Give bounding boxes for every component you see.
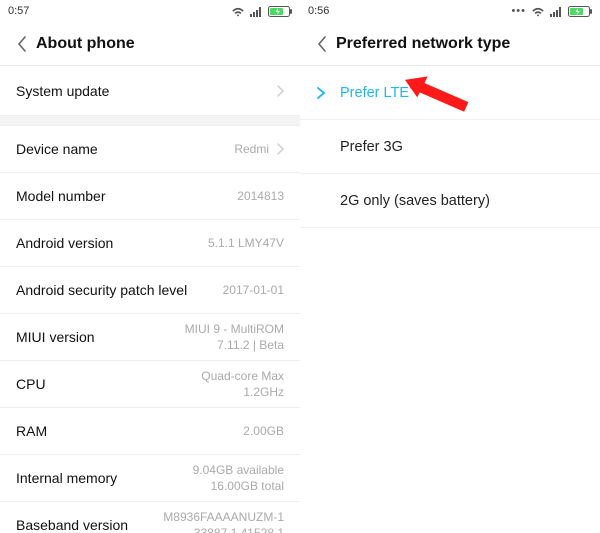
row-label: Device name: [16, 141, 234, 157]
row-label: Baseband version: [16, 517, 163, 533]
row-device-name[interactable]: Device name Redmi: [0, 126, 300, 173]
row-internal-memory[interactable]: Internal memory 9.04GB available 16.00GB…: [0, 455, 300, 502]
value-line1: 9.04GB available: [193, 463, 284, 477]
value-line1: MIUI 9 - MultiROM: [185, 322, 284, 336]
value-line2: .33887.1.41528.1: [191, 526, 284, 533]
row-label: RAM: [16, 423, 243, 439]
option-label: 2G only (saves battery): [340, 193, 490, 209]
back-button[interactable]: [308, 36, 336, 52]
page-title: Preferred network type: [336, 35, 510, 53]
row-label: CPU: [16, 376, 201, 392]
row-value: M8936FAAAANUZM-1 .33887.1.41528.1: [163, 509, 284, 533]
battery-charging-icon: [268, 6, 292, 17]
row-label: System update: [16, 83, 269, 99]
row-miui-version[interactable]: MIUI version MIUI 9 - MultiROM 7.11.2 | …: [0, 314, 300, 361]
page-title: About phone: [36, 35, 135, 53]
row-label: Internal memory: [16, 470, 193, 486]
option-prefer-lte[interactable]: Prefer LTE: [300, 66, 600, 120]
row-value: 2017-01-01: [223, 282, 284, 298]
row-value: Quad-core Max 1.2GHz: [201, 368, 284, 400]
option-label: Prefer 3G: [340, 139, 403, 155]
row-label: MIUI version: [16, 329, 185, 345]
row-value: Redmi: [234, 141, 269, 157]
value-line1: M8936FAAAANUZM-1: [163, 510, 284, 524]
row-model-number[interactable]: Model number 2014813: [0, 173, 300, 220]
wifi-icon: [231, 6, 245, 17]
row-label: Android security patch level: [16, 282, 223, 298]
network-options-list: Prefer LTE Prefer 3G 2G only (saves batt…: [300, 66, 600, 228]
option-label: Prefer LTE: [340, 85, 409, 101]
row-value: MIUI 9 - MultiROM 7.11.2 | Beta: [185, 321, 284, 353]
status-bar-left: 0:57: [0, 0, 300, 22]
chevron-left-icon: [317, 36, 327, 52]
row-value: 5.1.1 LMY47V: [208, 235, 284, 251]
row-baseband[interactable]: Baseband version M8936FAAAANUZM-1 .33887…: [0, 502, 300, 533]
row-value: 2.00GB: [243, 423, 284, 439]
phone-network-type: 0:56 ••• Preferred network type Prefer L…: [300, 0, 600, 533]
status-bar-right: 0:56 •••: [300, 0, 600, 22]
phone-about: 0:57 About phone System update Device na…: [0, 0, 300, 533]
option-2g-only[interactable]: 2G only (saves battery): [300, 174, 600, 228]
chevron-right-icon: [277, 85, 284, 97]
row-value: 2014813: [237, 188, 284, 204]
signal-icon: [550, 6, 563, 17]
row-value: 9.04GB available 16.00GB total: [193, 462, 284, 494]
status-time: 0:56: [308, 5, 329, 17]
chevron-right-icon: [277, 143, 284, 155]
more-icon: •••: [511, 5, 526, 17]
row-ram[interactable]: RAM 2.00GB: [0, 408, 300, 455]
about-list: System update Device name Redmi Model nu…: [0, 66, 300, 533]
header-left: About phone: [0, 22, 300, 66]
chevron-left-icon: [17, 36, 27, 52]
signal-icon: [250, 6, 263, 17]
row-label: Model number: [16, 188, 237, 204]
row-system-update[interactable]: System update: [0, 66, 300, 116]
battery-charging-icon: [568, 6, 592, 17]
check-icon: [316, 86, 334, 100]
header-right: Preferred network type: [300, 22, 600, 66]
value-line1: Quad-core Max: [201, 369, 284, 383]
value-line2: 7.11.2 | Beta: [217, 338, 284, 352]
option-prefer-3g[interactable]: Prefer 3G: [300, 120, 600, 174]
value-line2: 1.2GHz: [243, 385, 284, 399]
status-time: 0:57: [8, 5, 29, 17]
row-label: Android version: [16, 235, 208, 251]
section-gap: [0, 116, 300, 126]
row-cpu[interactable]: CPU Quad-core Max 1.2GHz: [0, 361, 300, 408]
value-line2: 16.00GB total: [211, 479, 284, 493]
status-icons: [231, 6, 292, 17]
wifi-icon: [531, 6, 545, 17]
row-android-version[interactable]: Android version 5.1.1 LMY47V: [0, 220, 300, 267]
row-security-patch[interactable]: Android security patch level 2017-01-01: [0, 267, 300, 314]
status-icons: •••: [511, 5, 592, 17]
back-button[interactable]: [8, 36, 36, 52]
